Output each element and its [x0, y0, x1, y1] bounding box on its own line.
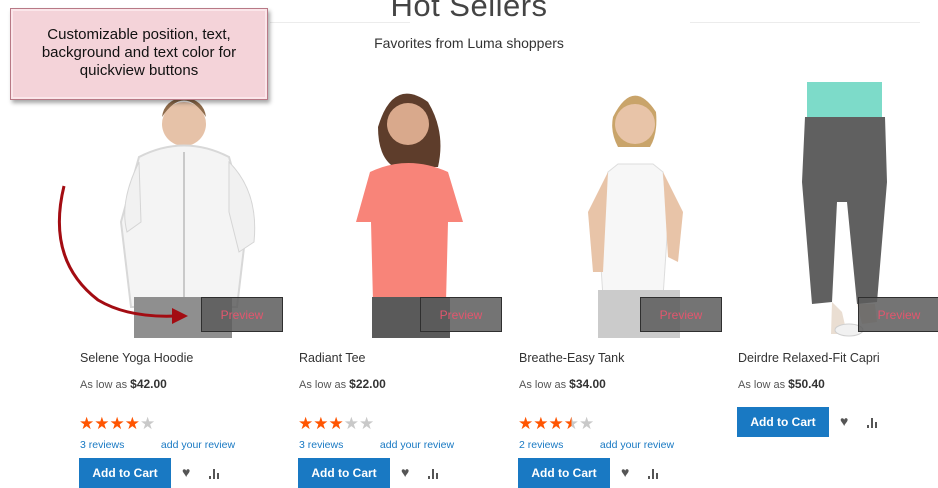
star-icon: ★: [518, 414, 534, 433]
star-icon: ★: [548, 414, 564, 433]
star-icon: ★: [313, 414, 329, 433]
price-prefix: As low as: [299, 379, 347, 391]
add-review-link[interactable]: add your review: [600, 439, 674, 451]
product-price: As low as $42.00: [80, 377, 167, 391]
price-value: $22.00: [349, 377, 386, 391]
heart-icon[interactable]: ♥: [840, 413, 848, 429]
price-value: $34.00: [569, 377, 606, 391]
star-icon: ★: [124, 414, 140, 433]
callout-line-1: Customizable position, text,: [47, 26, 231, 43]
bar-chart-icon[interactable]: [867, 416, 881, 428]
star-icon: ★: [79, 414, 95, 433]
product-price: As low as $50.40: [738, 377, 825, 391]
star-icon: ★: [109, 414, 125, 433]
rating-stars: ★★★★★: [518, 414, 594, 434]
rating-stars: ★★★★★: [79, 414, 155, 434]
annotation-callout: Customizable position, text, background …: [10, 8, 268, 100]
add-to-cart-button[interactable]: Add to Cart: [79, 458, 171, 488]
product-name[interactable]: Selene Yoga Hoodie: [80, 351, 193, 365]
preview-button[interactable]: Preview: [640, 297, 722, 332]
star-half-icon: ★: [563, 414, 579, 433]
reviews-count-link[interactable]: 3 reviews: [80, 439, 158, 451]
product-name[interactable]: Deirdre Relaxed-Fit Capri: [738, 351, 880, 365]
curved-arrow: [57, 185, 188, 324]
add-review-link[interactable]: add your review: [161, 439, 235, 451]
star-icon: ★: [343, 414, 359, 433]
heart-icon[interactable]: ♥: [621, 464, 629, 480]
add-to-cart-button[interactable]: Add to Cart: [298, 458, 390, 488]
callout-line-2: background and text color for: [41, 44, 237, 61]
price-value: $50.40: [788, 377, 825, 391]
price-prefix: As low as: [738, 379, 786, 391]
product-name[interactable]: Breathe-Easy Tank: [519, 351, 624, 365]
star-icon: ★: [579, 414, 595, 433]
add-to-cart-button[interactable]: Add to Cart: [518, 458, 610, 488]
price-value: $42.00: [130, 377, 167, 391]
reviews-links: 2 reviews add your review: [519, 439, 674, 451]
product-name[interactable]: Radiant Tee: [299, 351, 366, 365]
callout-line-3: quickview buttons: [79, 62, 199, 79]
rating-stars: ★★★★★: [298, 414, 374, 434]
product-price: As low as $22.00: [299, 377, 386, 391]
add-to-cart-button[interactable]: Add to Cart: [737, 407, 829, 437]
reviews-links: 3 reviews add your review: [299, 439, 454, 451]
preview-button[interactable]: Preview: [420, 297, 502, 332]
price-prefix: As low as: [519, 379, 567, 391]
star-icon: ★: [328, 414, 344, 433]
reviews-links: 3 reviews add your review: [80, 439, 235, 451]
bar-chart-icon[interactable]: [209, 467, 223, 479]
heart-icon[interactable]: ♥: [182, 464, 190, 480]
heart-icon[interactable]: ♥: [401, 464, 409, 480]
star-icon: ★: [298, 414, 314, 433]
reviews-count-link[interactable]: 3 reviews: [299, 439, 377, 451]
star-icon: ★: [140, 414, 156, 433]
reviews-count-link[interactable]: 2 reviews: [519, 439, 597, 451]
add-review-link[interactable]: add your review: [380, 439, 454, 451]
bar-chart-icon[interactable]: [648, 467, 662, 479]
preview-button[interactable]: Preview: [858, 297, 938, 332]
price-prefix: As low as: [80, 379, 128, 391]
star-icon: ★: [94, 414, 110, 433]
star-icon: ★: [359, 414, 375, 433]
product-price: As low as $34.00: [519, 377, 606, 391]
star-icon: ★: [533, 414, 549, 433]
preview-button[interactable]: Preview: [201, 297, 283, 332]
bar-chart-icon[interactable]: [428, 467, 442, 479]
